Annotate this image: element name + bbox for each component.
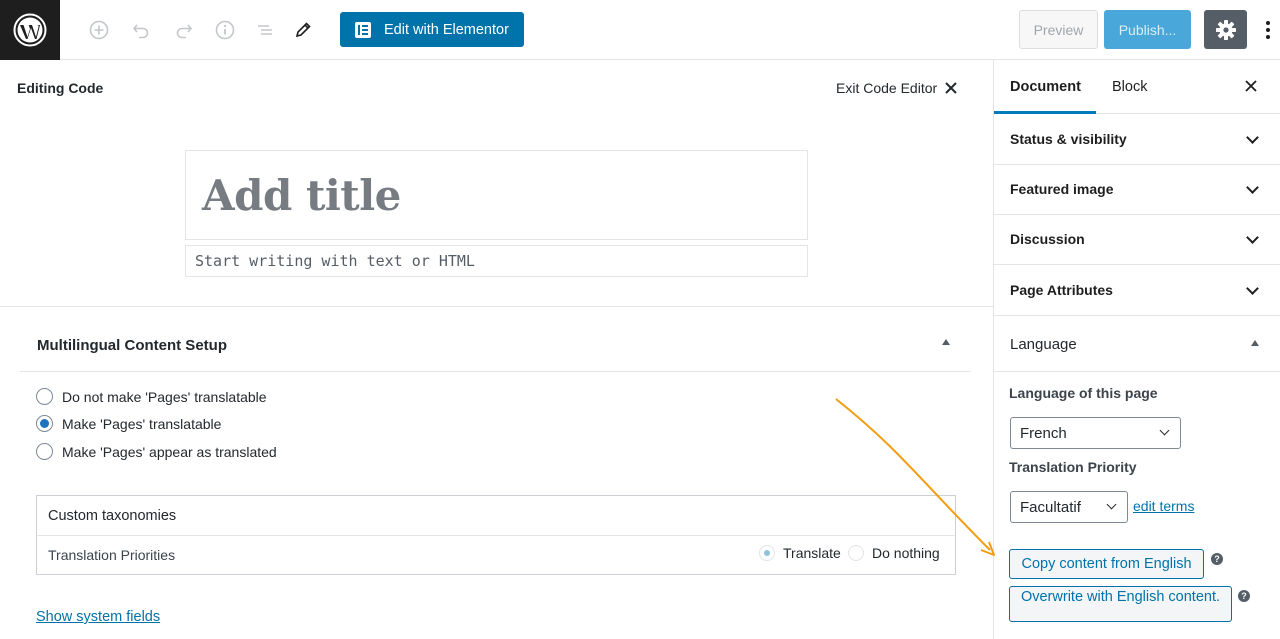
settings-gear-icon[interactable]	[1204, 10, 1247, 49]
panel-page-attributes[interactable]: Page Attributes	[994, 265, 1280, 316]
editing-code-label: Editing Code	[17, 80, 104, 96]
show-system-fields-link[interactable]: Show system fields	[36, 609, 160, 625]
language-of-page-label: Language of this page	[1009, 385, 1158, 401]
custom-taxonomies-table: Custom taxonomies Translation Priorities…	[36, 495, 956, 575]
panel-discussion[interactable]: Discussion	[994, 214, 1280, 265]
chevron-down-icon	[1246, 181, 1259, 194]
panel-label: Status & visibility	[1010, 131, 1127, 147]
chevron-down-icon	[1246, 131, 1259, 144]
translation-priority-select[interactable]: Facultatif	[1010, 491, 1128, 523]
more-options-icon[interactable]	[1258, 17, 1278, 43]
radio-button[interactable]	[36, 415, 53, 432]
divider	[20, 371, 971, 372]
exit-code-editor-button[interactable]: Exit Code Editor	[836, 80, 957, 96]
do-nothing-option[interactable]: Do nothing	[848, 545, 940, 561]
chevron-down-icon	[1159, 425, 1170, 436]
panel-label: Featured image	[1010, 181, 1114, 197]
radio-appear-translated[interactable]: Make 'Pages' appear as translated	[36, 443, 277, 460]
redo-icon[interactable]	[172, 18, 196, 42]
custom-taxonomies-header: Custom taxonomies	[37, 496, 955, 536]
do-nothing-label: Do nothing	[872, 545, 940, 561]
info-icon[interactable]	[213, 18, 237, 42]
priority-select-value: Facultatif	[1020, 499, 1081, 516]
collapse-toggle-icon[interactable]	[942, 339, 950, 345]
elementor-icon	[355, 21, 371, 38]
translate-option[interactable]: Translate	[759, 545, 841, 561]
translation-priority-label: Translation Priority	[1009, 459, 1137, 475]
publish-button[interactable]: Publish...	[1104, 10, 1191, 49]
top-toolbar: Edit with Elementor Preview Publish...	[0, 0, 1280, 60]
radio-label: Make 'Pages' appear as translated	[62, 443, 277, 460]
panel-label: Discussion	[1010, 231, 1085, 247]
panel-language[interactable]: Language	[994, 315, 1280, 372]
overwrite-content-button[interactable]: Overwrite with English content.	[1009, 586, 1232, 622]
undo-icon[interactable]	[129, 18, 153, 42]
radio-label: Make 'Pages' translatable	[62, 415, 222, 432]
edit-terms-link[interactable]: edit terms	[1133, 498, 1194, 514]
close-icon	[945, 82, 957, 94]
add-block-icon[interactable]	[87, 18, 111, 42]
chevron-down-icon	[1246, 231, 1259, 244]
copy-content-button[interactable]: Copy content from English	[1009, 549, 1204, 579]
title-placeholder: Add title	[202, 171, 401, 220]
edit-pencil-icon[interactable]	[291, 18, 315, 42]
language-select-value: French	[1020, 425, 1067, 442]
language-select[interactable]: French	[1010, 417, 1181, 449]
radio-button[interactable]	[36, 443, 53, 460]
radio-button[interactable]	[848, 545, 864, 561]
chevron-down-icon	[1106, 499, 1117, 510]
chevron-down-icon	[1246, 282, 1259, 295]
help-icon[interactable]: ?	[1211, 553, 1223, 565]
preview-button[interactable]: Preview	[1019, 10, 1098, 49]
exit-code-editor-label: Exit Code Editor	[836, 80, 938, 96]
edit-with-elementor-button[interactable]: Edit with Elementor	[340, 12, 524, 47]
elementor-button-label: Edit with Elementor	[384, 21, 509, 38]
radio-button[interactable]	[759, 545, 775, 561]
content-placeholder: Start writing with text or HTML	[195, 252, 475, 270]
panel-status-visibility[interactable]: Status & visibility	[994, 114, 1280, 165]
radio-button[interactable]	[36, 388, 53, 405]
wordpress-logo-icon[interactable]	[0, 0, 60, 60]
tab-document[interactable]: Document	[994, 60, 1096, 114]
divider	[0, 306, 993, 307]
panel-featured-image[interactable]: Featured image	[994, 164, 1280, 215]
post-title-input[interactable]: Add title	[185, 150, 808, 240]
help-icon[interactable]: ?	[1238, 590, 1250, 602]
close-sidebar-icon[interactable]	[1245, 79, 1257, 97]
settings-sidebar: Document Block Status & visibility Featu…	[993, 60, 1280, 639]
sidebar-tabs: Document Block	[994, 60, 1280, 114]
post-content-textarea[interactable]: Start writing with text or HTML	[185, 245, 808, 277]
panel-label: Page Attributes	[1010, 282, 1113, 298]
translate-label: Translate	[783, 545, 841, 561]
radio-translatable[interactable]: Make 'Pages' translatable	[36, 415, 221, 432]
translation-priorities-label: Translation Priorities	[48, 547, 176, 563]
radio-not-translatable[interactable]: Do not make 'Pages' translatable	[36, 388, 267, 405]
collapse-toggle-icon	[1251, 340, 1259, 346]
radio-label: Do not make 'Pages' translatable	[62, 388, 267, 405]
tab-block[interactable]: Block	[1112, 60, 1147, 114]
editor-main: Editing Code Exit Code Editor Add title …	[0, 60, 993, 639]
multilingual-setup-title: Multilingual Content Setup	[37, 337, 227, 354]
block-navigation-icon[interactable]	[253, 18, 277, 42]
panel-label: Language	[1010, 336, 1077, 353]
